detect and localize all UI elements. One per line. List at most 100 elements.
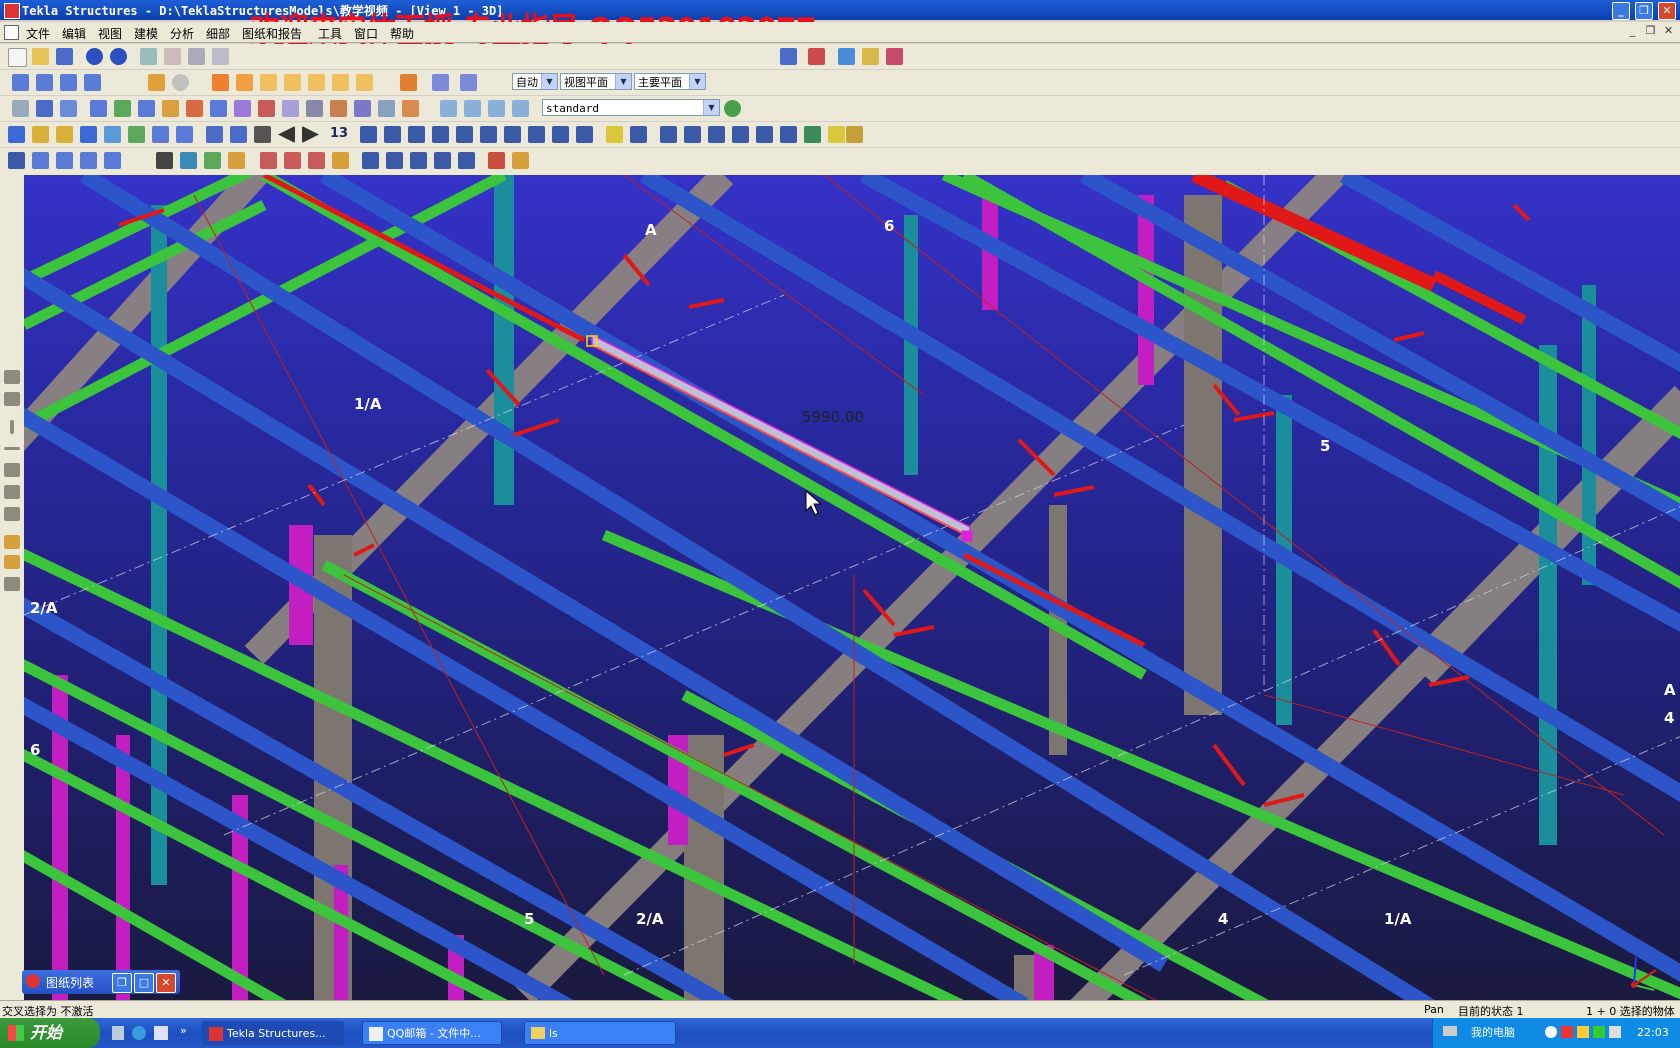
tray-security-icon[interactable] bbox=[1577, 1026, 1589, 1038]
sag-rod[interactable] bbox=[1393, 331, 1425, 342]
sag-rod[interactable] bbox=[1212, 743, 1246, 787]
filter-load-icon[interactable] bbox=[60, 100, 77, 117]
steel-column[interactable] bbox=[116, 735, 130, 1000]
menu-analysis[interactable]: 分析 bbox=[170, 25, 194, 42]
component-2-icon[interactable] bbox=[384, 126, 401, 143]
arrow-right-icon[interactable] bbox=[302, 126, 319, 143]
media-icon[interactable] bbox=[154, 1026, 168, 1040]
side-bolt-icon[interactable] bbox=[4, 535, 20, 549]
arrow-left-icon[interactable] bbox=[278, 126, 295, 143]
select-objects-icon[interactable] bbox=[114, 100, 131, 117]
select-views-icon[interactable] bbox=[282, 100, 299, 117]
task-folder[interactable]: ls bbox=[524, 1021, 676, 1045]
component-8-icon[interactable] bbox=[528, 126, 545, 143]
sag-rod[interactable] bbox=[513, 418, 560, 437]
snap-nearest-icon[interactable] bbox=[308, 74, 325, 91]
snap-override-icon[interactable] bbox=[400, 74, 417, 91]
close-icon[interactable]: ✕ bbox=[156, 973, 176, 993]
tekla-app-icon[interactable] bbox=[4, 3, 20, 19]
menu-tools[interactable]: 工具 bbox=[318, 25, 342, 42]
snap-intersection-icon[interactable] bbox=[260, 74, 277, 91]
create-beam-icon[interactable] bbox=[32, 126, 49, 143]
chevron-down-icon[interactable]: ▼ bbox=[541, 74, 557, 89]
steel-column[interactable] bbox=[1539, 345, 1557, 845]
chevron-down-icon[interactable]: ▼ bbox=[703, 100, 719, 115]
redo-icon[interactable] bbox=[110, 48, 127, 65]
copy-icon[interactable] bbox=[140, 48, 157, 65]
save-icon[interactable] bbox=[56, 48, 73, 65]
select-group-icon[interactable] bbox=[464, 100, 481, 117]
ie-icon[interactable] bbox=[132, 1026, 146, 1040]
workarea-icon[interactable] bbox=[204, 152, 221, 169]
view-props-icon[interactable] bbox=[32, 152, 49, 169]
side-plate-icon[interactable] bbox=[4, 485, 20, 499]
chevron-down-icon[interactable]: ▼ bbox=[689, 74, 705, 89]
menu-file[interactable]: 文件 bbox=[26, 25, 50, 42]
settings-icon[interactable] bbox=[886, 48, 903, 65]
select-weld-icon[interactable] bbox=[60, 74, 77, 91]
blue-purlin[interactable] bbox=[79, 175, 1444, 1000]
desktop-icon[interactable] bbox=[112, 1026, 124, 1040]
task-tekla[interactable]: Tekla Structures... bbox=[202, 1021, 344, 1045]
filter-save-icon[interactable] bbox=[36, 100, 53, 117]
green-purlin[interactable] bbox=[24, 745, 544, 1000]
component-10-icon[interactable] bbox=[576, 126, 593, 143]
tools-icon[interactable] bbox=[862, 48, 879, 65]
measure2-icon[interactable] bbox=[386, 152, 403, 169]
blue-purlin[interactable] bbox=[24, 265, 1169, 972]
view-rotate-icon[interactable] bbox=[80, 152, 97, 169]
document-icon[interactable] bbox=[4, 25, 19, 40]
drawing-list-panel[interactable]: 图纸列表 ❐ □ ✕ bbox=[22, 970, 180, 994]
close-button[interactable]: ✕ bbox=[1658, 2, 1676, 20]
sag-rod[interactable] bbox=[1053, 485, 1095, 497]
main-plane-combo[interactable]: 主要平面 ▼ bbox=[634, 73, 706, 90]
steel-column[interactable] bbox=[494, 175, 514, 505]
component-6-icon[interactable] bbox=[480, 126, 497, 143]
create-slab-icon[interactable] bbox=[152, 126, 169, 143]
minimize-button[interactable]: _ bbox=[1612, 2, 1630, 20]
component-19-icon[interactable] bbox=[828, 126, 845, 143]
select-points-icon[interactable] bbox=[162, 100, 179, 117]
side-pad-icon[interactable] bbox=[4, 507, 20, 521]
side-mesh-icon[interactable] bbox=[4, 577, 20, 591]
view-plane-icon[interactable] bbox=[56, 152, 73, 169]
binoculars-icon[interactable] bbox=[254, 126, 271, 143]
component-1-icon[interactable] bbox=[360, 126, 377, 143]
view-fit-icon[interactable] bbox=[104, 152, 121, 169]
bolt-measure-icon[interactable] bbox=[488, 152, 505, 169]
select-group3-icon[interactable] bbox=[512, 100, 529, 117]
maximize-button[interactable]: ❐ bbox=[1635, 2, 1653, 20]
measure-icon[interactable] bbox=[362, 152, 379, 169]
select-bolts-icon[interactable] bbox=[306, 100, 323, 117]
blue-purlin[interactable] bbox=[24, 695, 584, 1000]
clip2-icon[interactable] bbox=[284, 152, 301, 169]
menu-view[interactable]: 视图 bbox=[98, 25, 122, 42]
start-button[interactable]: 开始 bbox=[0, 1018, 100, 1048]
network-icon[interactable] bbox=[1443, 1026, 1457, 1036]
menu-edit[interactable]: 编辑 bbox=[62, 25, 86, 42]
select-group2-icon[interactable] bbox=[488, 100, 505, 117]
snap-endpoint-icon[interactable] bbox=[212, 74, 229, 91]
sag-rod[interactable] bbox=[688, 298, 725, 309]
select-bolt-icon[interactable] bbox=[84, 74, 101, 91]
filter-combo[interactable]: standard ▼ bbox=[542, 99, 720, 116]
side-column-icon[interactable] bbox=[10, 420, 14, 434]
open-icon[interactable] bbox=[32, 48, 49, 65]
select-grids-icon[interactable] bbox=[186, 100, 203, 117]
work-plane-icon[interactable] bbox=[180, 152, 197, 169]
properties-icon[interactable] bbox=[212, 48, 229, 65]
print-icon[interactable] bbox=[188, 48, 205, 65]
component-3-icon[interactable] bbox=[408, 126, 425, 143]
align-icon[interactable] bbox=[206, 126, 223, 143]
clip3-icon[interactable] bbox=[308, 152, 325, 169]
select-welds-icon[interactable] bbox=[234, 100, 251, 117]
select-cuts-icon[interactable] bbox=[258, 100, 275, 117]
select-loads-icon[interactable] bbox=[378, 100, 395, 117]
bracing-line[interactable] bbox=[623, 175, 925, 396]
side-tool-1-icon[interactable] bbox=[4, 370, 20, 384]
undo-icon[interactable] bbox=[86, 48, 103, 65]
clip4-icon[interactable] bbox=[332, 152, 349, 169]
measure5-icon[interactable] bbox=[458, 152, 475, 169]
mdi-restore-button[interactable]: ❐ bbox=[1644, 25, 1657, 38]
component-20-icon[interactable] bbox=[846, 126, 863, 143]
